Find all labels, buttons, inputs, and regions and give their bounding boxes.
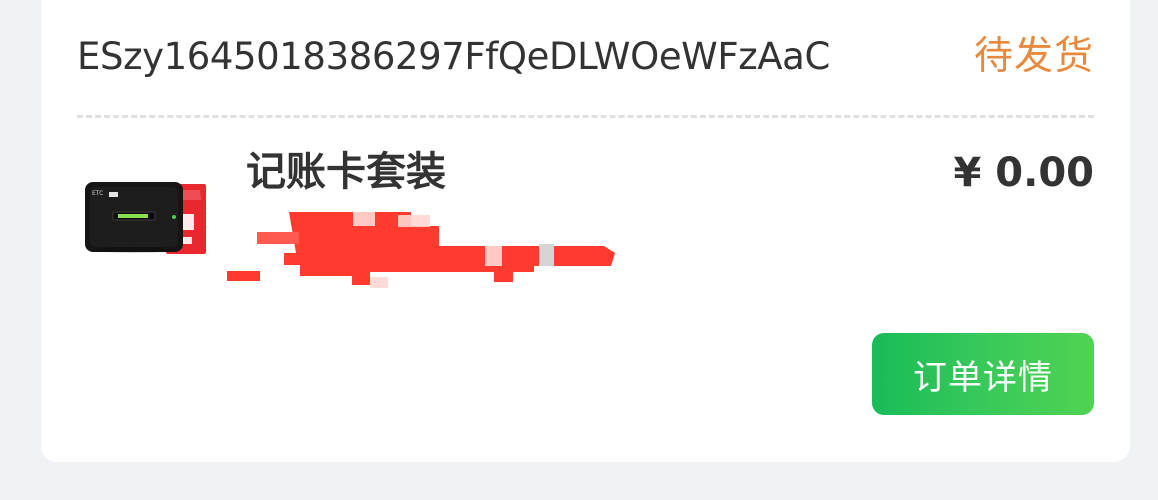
order-details-button[interactable]: 订单详情: [872, 333, 1094, 415]
order-status: 待发货: [973, 33, 1094, 79]
order-number: ESzy1645018386297FfQeDLWOeWFzAaC: [77, 34, 830, 78]
svg-text:ETC: ETC: [92, 190, 103, 197]
product-row: ETC 记账卡套装 ¥ 0.00: [77, 152, 1094, 312]
product-name: 记账卡套装: [246, 149, 446, 195]
device-with-card-image: ETC: [85, 182, 206, 254]
order-card: ESzy1645018386297FfQeDLWOeWFzAaC 待发货 ETC…: [41, 0, 1130, 462]
order-header: ESzy1645018386297FfQeDLWOeWFzAaC 待发货: [77, 18, 1094, 94]
redaction-mark: [227, 212, 615, 288]
order-page: ESzy1645018386297FfQeDLWOeWFzAaC 待发货 ETC…: [0, 0, 1158, 500]
product-price: ¥ 0.00: [953, 150, 1094, 196]
dashed-divider: [77, 115, 1094, 118]
